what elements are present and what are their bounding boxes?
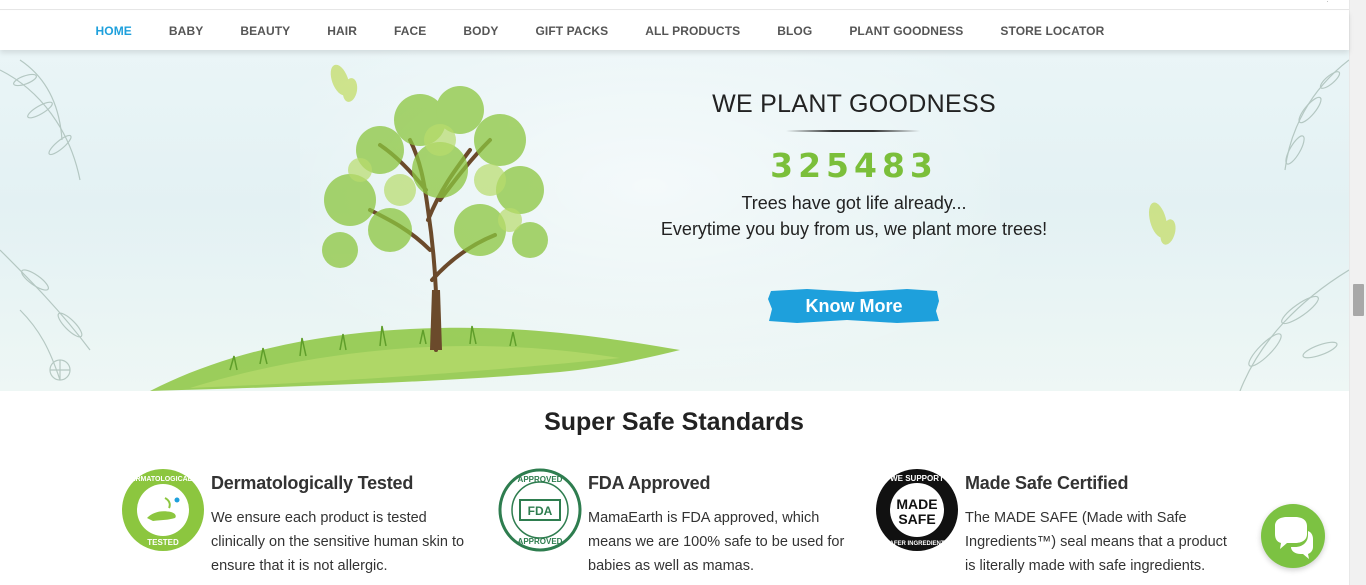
chat-button[interactable]: [1261, 504, 1325, 568]
badge-bottom-text: APPROVED: [518, 537, 563, 546]
standard-title: Dermatologically Tested: [211, 473, 414, 493]
leaf-decoration-right: [1239, 59, 1349, 391]
top-strip: ·: [0, 0, 1349, 10]
nav-item-plant-goodness[interactable]: PLANT GOODNESS: [831, 24, 982, 38]
banner-subtagline: Everytime you buy from us, we plant more…: [660, 219, 1048, 239]
badge-top-text: APPROVED: [518, 475, 563, 484]
badge-bottom-text: TESTED: [147, 538, 179, 547]
know-more-button[interactable]: Know More: [767, 287, 941, 325]
banner-divider: [786, 130, 920, 132]
nav-item-home[interactable]: HOME: [77, 24, 150, 38]
know-more-label: Know More: [805, 296, 903, 316]
nav-item-store-locator[interactable]: STORE LOCATOR: [982, 24, 1123, 38]
plant-goodness-banner: WE PLANT GOODNESS 325483 Trees have got …: [0, 50, 1349, 391]
nav-item-baby[interactable]: BABY: [150, 24, 221, 38]
scrollbar-thumb[interactable]: [1353, 284, 1364, 316]
nav-item-all-products[interactable]: ALL PRODUCTS: [627, 24, 759, 38]
butterfly-right: [1148, 202, 1176, 245]
made-safe-badge-icon: WE SUPPORT MADE SAFE SAFER INGREDIENTS: [876, 469, 958, 551]
nav-item-face[interactable]: FACE: [375, 24, 444, 38]
badge-top-text: DERMATOLOGICALLY: [126, 476, 201, 483]
page: · HOME BABY BEAUTY HAIR FACE BODY GIFT P…: [0, 0, 1366, 585]
badge-bottom-text: SAFER INGREDIENTS: [885, 541, 948, 547]
standard-title: Made Safe Certified: [965, 473, 1129, 493]
badge-middle-text-2: SAFE: [898, 511, 935, 527]
banner-tagline: Trees have got life already...: [741, 193, 967, 213]
nav-item-beauty[interactable]: BEAUTY: [222, 24, 309, 38]
nav-item-body[interactable]: BODY: [445, 24, 517, 38]
nav-item-blog[interactable]: BLOG: [759, 24, 831, 38]
badge-top-text: WE SUPPORT: [890, 474, 944, 483]
leaf-decoration-left: [0, 59, 91, 381]
nav-item-hair[interactable]: HAIR: [309, 24, 376, 38]
section-title: Super Safe Standards: [544, 408, 804, 436]
banner-title: WE PLANT GOODNESS: [712, 90, 996, 118]
page-scrollbar[interactable]: [1349, 0, 1366, 585]
standard-title: FDA Approved: [588, 473, 711, 493]
standard-description: We ensure each product is tested clinica…: [211, 510, 465, 574]
badge-middle-text: FDA: [528, 504, 553, 518]
chat-bubbles-icon: [1275, 517, 1313, 559]
trees-planted-counter: 325483: [770, 146, 938, 185]
nav-item-gift-packs[interactable]: GIFT PACKS: [517, 24, 627, 38]
nav-list: HOME BABY BEAUTY HAIR FACE BODY GIFT PAC…: [77, 11, 1123, 50]
badge-middle-text-1: MADE: [896, 496, 937, 512]
standard-description: MamaEarth is FDA approved, which means w…: [588, 510, 845, 574]
main-navigation: HOME BABY BEAUTY HAIR FACE BODY GIFT PAC…: [0, 11, 1349, 50]
dermatologically-tested-badge-icon: DERMATOLOGICALLY TESTED: [122, 469, 204, 551]
fda-approved-badge-icon: FDA APPROVED APPROVED: [498, 468, 582, 552]
standard-description: The MADE SAFE (Made with Safe Ingredient…: [965, 510, 1227, 574]
